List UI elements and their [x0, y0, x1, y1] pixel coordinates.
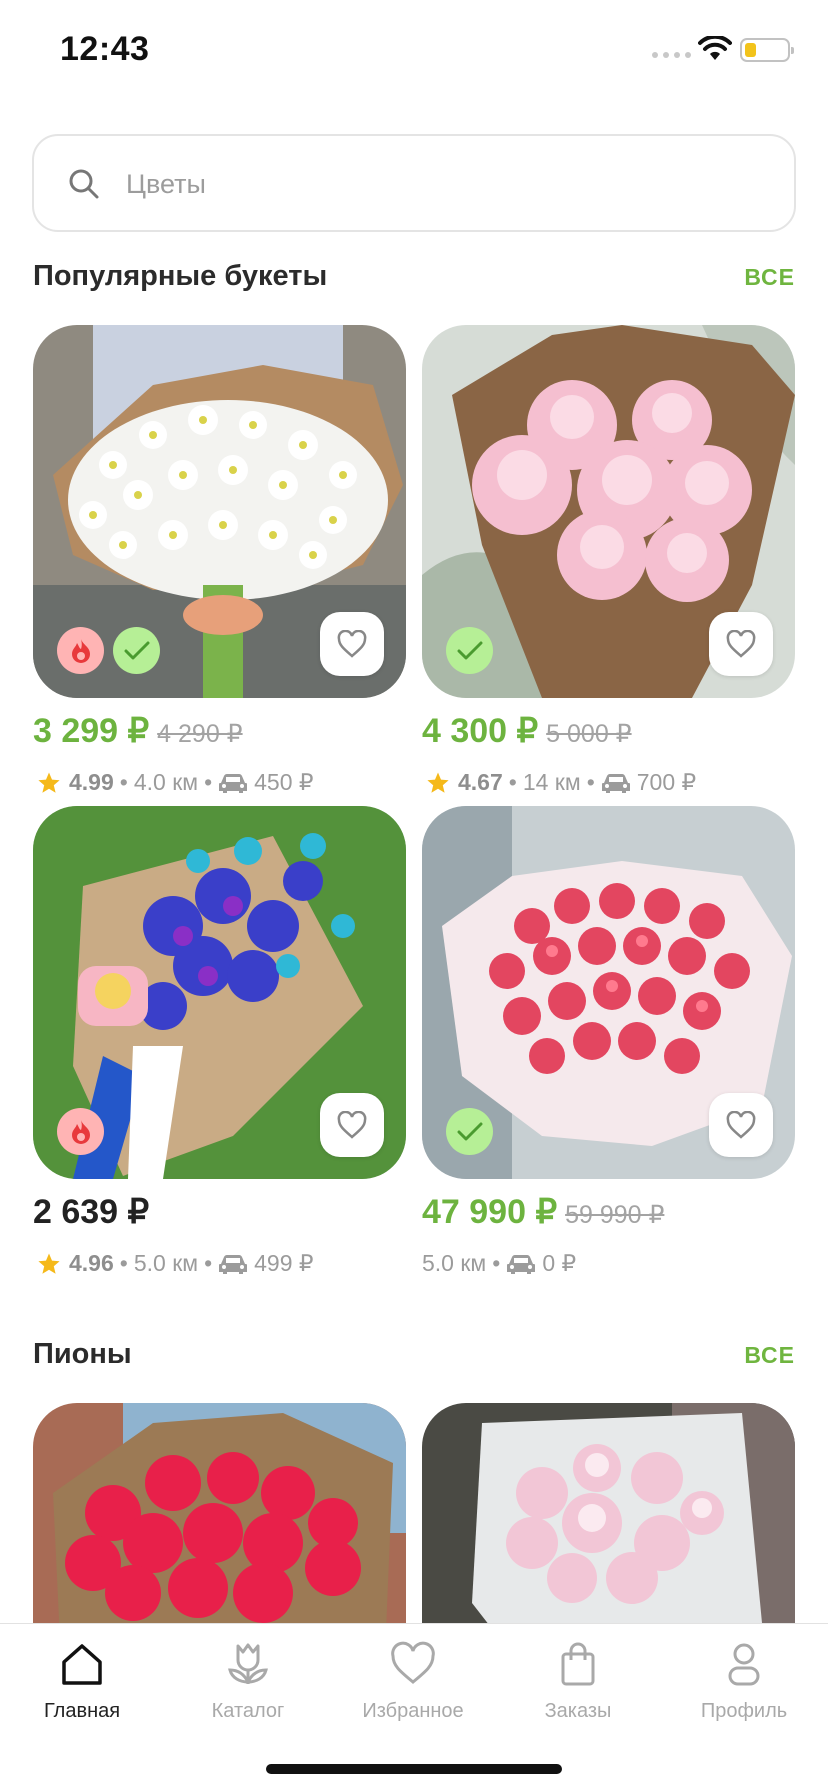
product-rating: 4.96 [69, 1250, 114, 1276]
product-price: 3 299 ₽ [33, 712, 150, 750]
tab-profile[interactable]: Профиль [664, 1640, 824, 1723]
tab-orders[interactable]: Заказы [498, 1640, 658, 1723]
product-price: 2 639 ₽ [33, 1193, 150, 1231]
status-time: 12:43 [60, 30, 150, 68]
heart-icon [337, 1111, 367, 1139]
verified-badge [113, 627, 160, 674]
tab-label: Каталог [211, 1700, 285, 1722]
product-image[interactable] [422, 806, 795, 1179]
product-card[interactable]: 2 639 ₽ 4.96 • 5.0 км • 499 ₽ [33, 806, 406, 1276]
product-meta: 4.96 • 5.0 км • 499 ₽ [33, 1250, 314, 1277]
tab-label: Главная [43, 1700, 121, 1722]
badges [57, 1108, 104, 1155]
product-image[interactable] [422, 325, 795, 698]
check-icon [457, 641, 482, 659]
search-icon [69, 169, 99, 199]
product-delivery-price: 0 ₽ [542, 1250, 577, 1276]
tab-favorites[interactable]: Избранное [333, 1640, 493, 1723]
verified-badge [446, 1108, 493, 1155]
product-old-price: 59 990 ₽ [565, 1201, 665, 1229]
product-photo [33, 1403, 406, 1623]
verified-badge [446, 627, 493, 674]
badges [57, 627, 160, 674]
product-old-price: 5 000 ₽ [546, 720, 632, 748]
product-card[interactable]: 47 990 ₽ 59 990 ₽ 5.0 км • 0 ₽ [422, 806, 795, 1276]
hot-badge [57, 627, 104, 674]
tab-label: Избранное [362, 1700, 464, 1722]
bag-icon [561, 1642, 595, 1686]
heart-icon [726, 1111, 756, 1139]
heart-icon [391, 1641, 435, 1684]
product-image[interactable] [33, 325, 406, 698]
product-old-price: 4 290 ₽ [157, 720, 243, 748]
see-all-peonies-button[interactable]: ВСЕ [744, 1342, 795, 1369]
product-meta: 5.0 км • 0 ₽ [422, 1250, 577, 1276]
price-line: 47 990 ₽ 59 990 ₽ [422, 1192, 664, 1232]
product-card[interactable]: 4 300 ₽ 5 000 ₽ 4.67 • 14 км • 700 ₽ [422, 325, 795, 795]
product-rating: 4.67 [458, 769, 503, 795]
badges [446, 1108, 493, 1155]
flame-icon [71, 1119, 90, 1144]
price-line: 4 300 ₽ 5 000 ₽ [422, 711, 632, 751]
product-meta: 4.67 • 14 км • 700 ₽ [422, 769, 696, 796]
battery-level [745, 43, 756, 57]
see-all-popular-button[interactable]: ВСЕ [744, 264, 795, 291]
check-icon [457, 1122, 482, 1140]
car-icon [219, 773, 248, 793]
battery-icon [740, 38, 794, 62]
section-title-peonies: Пионы [33, 1338, 132, 1370]
product-image[interactable] [422, 1403, 795, 1623]
car-icon [601, 773, 630, 793]
car-icon [507, 1254, 536, 1274]
wifi-icon [698, 36, 732, 60]
search-input[interactable] [126, 160, 746, 208]
badges [446, 627, 493, 674]
car-icon [219, 1254, 248, 1274]
profile-icon [728, 1643, 760, 1686]
product-delivery-price: 499 ₽ [254, 1250, 314, 1276]
product-card[interactable] [422, 1403, 795, 1623]
product-price: 47 990 ₽ [422, 1193, 558, 1231]
favorite-button[interactable] [709, 612, 773, 676]
product-price: 4 300 ₽ [422, 712, 539, 750]
favorite-button[interactable] [320, 612, 384, 676]
product-photo [422, 1403, 795, 1623]
product-card[interactable] [33, 1403, 406, 1623]
hot-badge [57, 1108, 104, 1155]
tab-catalog[interactable]: Каталог [168, 1640, 328, 1723]
product-meta: 4.99 • 4.0 км • 450 ₽ [33, 769, 314, 796]
status-bar: 12:43 [0, 0, 828, 100]
product-distance: 5.0 км [133, 1250, 199, 1276]
heart-icon [726, 630, 756, 658]
star-icon [427, 772, 449, 793]
cellular-signal-icon [652, 52, 691, 58]
check-icon [124, 641, 149, 659]
tulip-icon [228, 1643, 268, 1684]
home-indicator [266, 1764, 562, 1774]
product-image[interactable] [33, 1403, 406, 1623]
product-delivery-price: 450 ₽ [254, 769, 314, 795]
flame-icon [71, 638, 90, 663]
star-icon [38, 1253, 60, 1274]
star-icon [38, 772, 60, 793]
heart-icon [337, 630, 367, 658]
product-image[interactable] [33, 806, 406, 1179]
tab-label: Профиль [700, 1700, 788, 1722]
section-title-popular: Популярные букеты [33, 260, 328, 292]
search-bar[interactable] [32, 134, 796, 232]
home-icon [62, 1644, 102, 1685]
product-distance: 5.0 км [422, 1250, 487, 1276]
favorite-button[interactable] [320, 1093, 384, 1157]
product-card[interactable]: 3 299 ₽ 4 290 ₽ 4.99 • 4.0 км • 450 ₽ [33, 325, 406, 795]
tab-label: Заказы [544, 1700, 612, 1722]
price-line: 3 299 ₽ 4 290 ₽ [33, 711, 243, 751]
product-distance: 4.0 км [133, 769, 199, 795]
product-distance: 14 км [522, 769, 581, 795]
favorite-button[interactable] [709, 1093, 773, 1157]
product-rating: 4.99 [69, 769, 114, 795]
product-delivery-price: 700 ₽ [636, 769, 697, 795]
price-line: 2 639 ₽ [33, 1192, 149, 1232]
tab-home[interactable]: Главная [2, 1640, 162, 1723]
